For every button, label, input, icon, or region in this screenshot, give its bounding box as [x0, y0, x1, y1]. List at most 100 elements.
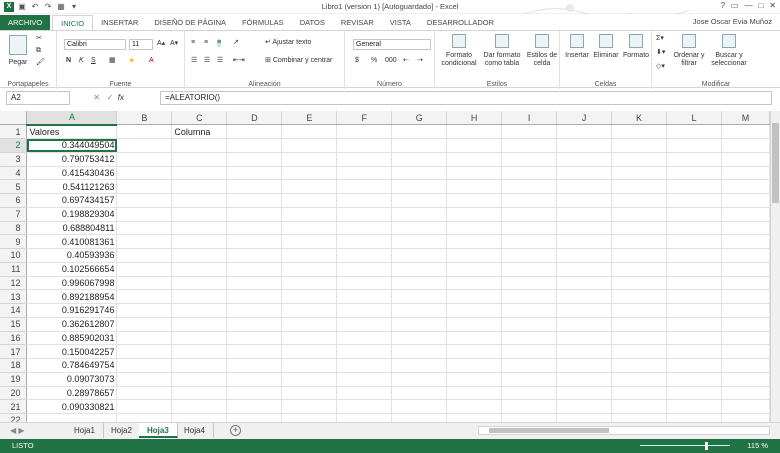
cell[interactable]: [446, 386, 503, 401]
cell[interactable]: [501, 289, 558, 304]
row-header[interactable]: 7: [0, 207, 28, 222]
cell[interactable]: [556, 399, 613, 414]
cell[interactable]: [391, 289, 448, 304]
cell[interactable]: [721, 138, 770, 153]
align-center-icon[interactable]: ☰: [204, 57, 210, 65]
cell[interactable]: [336, 193, 393, 208]
cell[interactable]: [666, 372, 722, 387]
cell[interactable]: [226, 317, 283, 332]
cell[interactable]: [666, 248, 722, 263]
cell[interactable]: [281, 303, 338, 318]
cell[interactable]: [501, 386, 558, 401]
cell[interactable]: [446, 248, 503, 263]
cell[interactable]: [721, 207, 770, 222]
cell[interactable]: [171, 207, 228, 222]
row-header[interactable]: 11: [0, 262, 28, 277]
cell[interactable]: [556, 303, 613, 318]
cell[interactable]: [446, 221, 503, 236]
cell[interactable]: [501, 303, 558, 318]
zoom-level[interactable]: 115 %: [747, 439, 768, 453]
format-painter-icon[interactable]: 🖌: [36, 59, 45, 67]
italic-button[interactable]: K: [79, 57, 84, 65]
cell[interactable]: [171, 276, 228, 291]
cell[interactable]: [501, 276, 558, 291]
cell[interactable]: [226, 234, 283, 249]
cell[interactable]: [556, 317, 613, 332]
cell[interactable]: [666, 413, 722, 422]
cell[interactable]: [446, 138, 503, 153]
cell[interactable]: [171, 399, 228, 414]
vertical-scroll-thumb[interactable]: [772, 123, 779, 203]
cell[interactable]: [556, 179, 613, 194]
sheet-tab-hoja1[interactable]: Hoja1: [66, 423, 104, 438]
cell[interactable]: [171, 386, 228, 401]
column-header[interactable]: H: [446, 111, 503, 126]
sheet-tab-hoja2[interactable]: Hoja2: [103, 423, 141, 438]
cell[interactable]: [556, 289, 613, 304]
cell[interactable]: [501, 248, 558, 263]
fill-color-icon[interactable]: ◈: [129, 57, 134, 65]
cell[interactable]: 0.09073073: [26, 372, 118, 387]
cell[interactable]: [171, 221, 228, 236]
cell[interactable]: [611, 358, 668, 373]
sort-filter-button[interactable]: Ordenar y filtrar: [672, 34, 706, 68]
conditional-format-button[interactable]: Formato condicional: [439, 34, 479, 68]
tab-datos[interactable]: DATOS: [292, 15, 333, 30]
customize-icon[interactable]: ▾: [69, 2, 79, 12]
cell[interactable]: [556, 276, 613, 291]
cell[interactable]: [666, 317, 722, 332]
cell[interactable]: 0.28978657: [26, 386, 118, 401]
cell[interactable]: [336, 248, 393, 263]
cell[interactable]: [226, 138, 283, 153]
cell[interactable]: [446, 344, 503, 359]
cell[interactable]: [446, 317, 503, 332]
column-header[interactable]: E: [281, 111, 338, 126]
cell[interactable]: [666, 262, 722, 277]
cell[interactable]: [556, 331, 613, 346]
cell[interactable]: [171, 262, 228, 277]
cell[interactable]: [391, 331, 448, 346]
cell[interactable]: [226, 344, 283, 359]
cell[interactable]: [446, 207, 503, 222]
shrink-font-icon[interactable]: A▾: [170, 40, 178, 48]
cell[interactable]: 0.697434157: [26, 193, 118, 208]
cell[interactable]: [721, 372, 770, 387]
underline-button[interactable]: S: [91, 57, 96, 65]
cell[interactable]: [721, 413, 770, 422]
cell[interactable]: [666, 138, 722, 153]
cell[interactable]: [501, 399, 558, 414]
cell[interactable]: [611, 344, 668, 359]
row-header[interactable]: 10: [0, 248, 28, 263]
cell[interactable]: [721, 289, 770, 304]
cell[interactable]: [556, 234, 613, 249]
cell[interactable]: [556, 124, 613, 139]
tab-archivo[interactable]: ARCHIVO: [0, 15, 51, 30]
row-header[interactable]: 5: [0, 179, 28, 194]
cell[interactable]: [116, 152, 173, 167]
cell[interactable]: [611, 207, 668, 222]
cell[interactable]: [666, 207, 722, 222]
cell[interactable]: [116, 331, 173, 346]
cell[interactable]: Columna: [171, 124, 228, 139]
cell[interactable]: [501, 138, 558, 153]
cell[interactable]: [391, 138, 448, 153]
cell[interactable]: [226, 221, 283, 236]
align-right-icon[interactable]: ☰: [217, 57, 223, 65]
cell[interactable]: [281, 399, 338, 414]
cell[interactable]: [721, 166, 770, 181]
column-header[interactable]: I: [501, 111, 558, 126]
minimize-button[interactable]: —: [744, 1, 752, 10]
cell[interactable]: [556, 193, 613, 208]
cell[interactable]: [391, 262, 448, 277]
cell[interactable]: [611, 179, 668, 194]
zoom-slider[interactable]: [640, 445, 730, 446]
cell[interactable]: [721, 234, 770, 249]
cell[interactable]: [666, 289, 722, 304]
cell[interactable]: [611, 317, 668, 332]
row-header[interactable]: 19: [0, 372, 28, 387]
formula-input[interactable]: =ALEATORIO(): [160, 91, 772, 105]
cell[interactable]: [336, 138, 393, 153]
cell[interactable]: [171, 303, 228, 318]
cell[interactable]: [391, 317, 448, 332]
bold-button[interactable]: N: [66, 57, 71, 65]
